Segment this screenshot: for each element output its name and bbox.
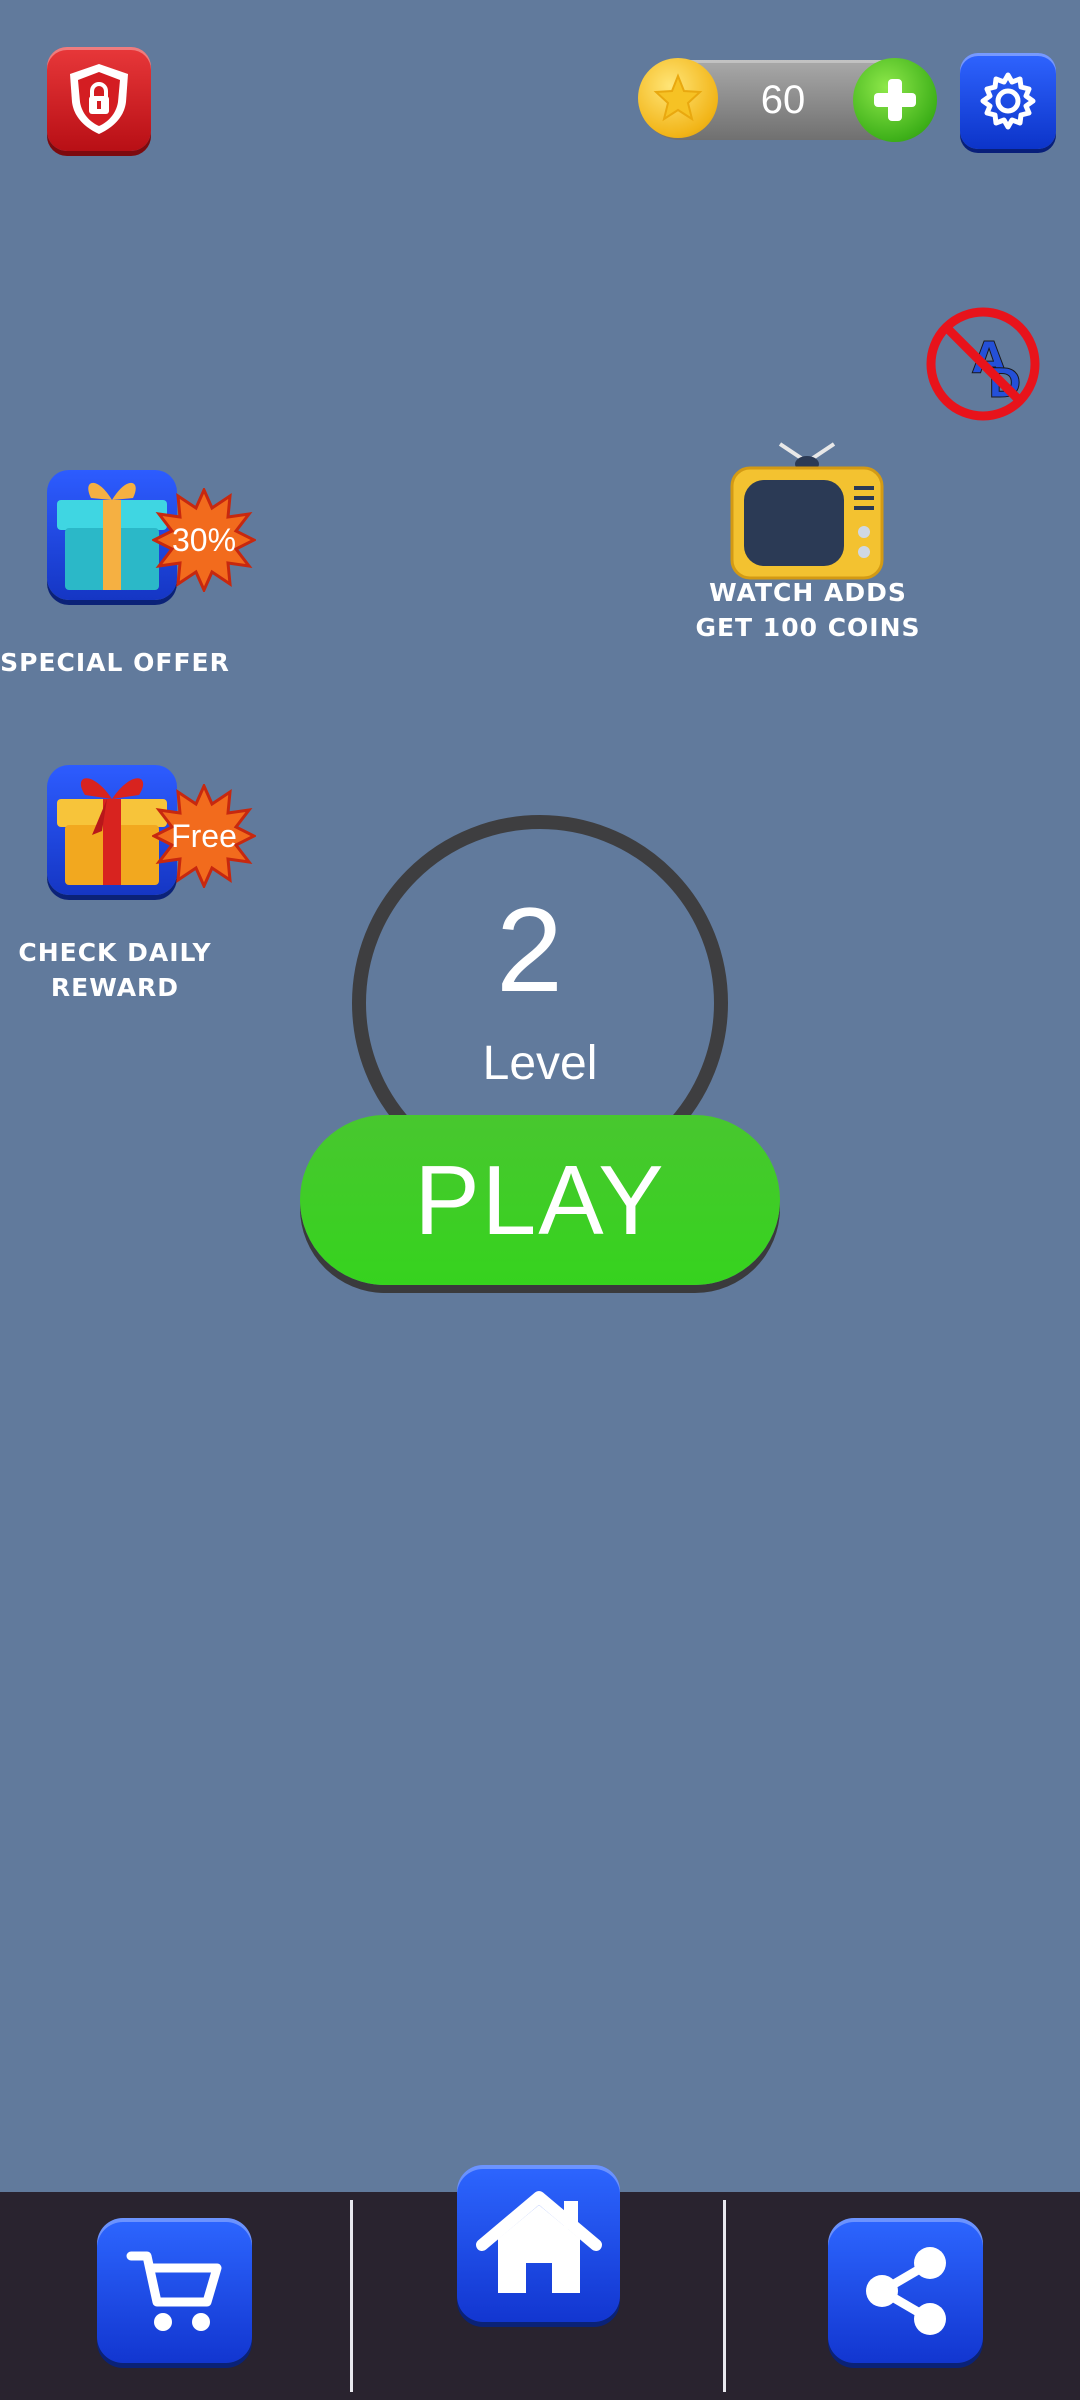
daily-reward-label-line1: CHECK DAILY (18, 938, 212, 967)
watch-ads-label: WATCH ADDS GET 100 COINS (690, 575, 926, 645)
share-button[interactable] (828, 2218, 983, 2363)
play-button[interactable]: PLAY (300, 1115, 780, 1285)
cart-icon (126, 2251, 221, 2331)
tv-icon (730, 442, 884, 580)
watch-ads-label-line2: GET 100 COINS (695, 613, 921, 642)
plus-icon (874, 79, 916, 121)
no-ads-icon: A D (926, 307, 1040, 421)
level-number: 2 (496, 883, 563, 1017)
add-coins-button[interactable] (853, 58, 937, 142)
shop-button[interactable] (97, 2218, 252, 2363)
star-coin-icon (638, 58, 718, 138)
home-button[interactable] (457, 2165, 620, 2322)
privacy-button[interactable] (47, 47, 151, 151)
watch-ads-label-line1: WATCH ADDS (709, 578, 907, 607)
shield-lock-icon (70, 64, 128, 134)
daily-reward-label-line2: REWARD (50, 973, 180, 1002)
home-icon (475, 2190, 602, 2293)
special-offer-label: SPECIAL OFFER (0, 648, 230, 677)
daily-reward-label: CHECK DAILY REWARD (0, 935, 230, 1005)
no-ads-button[interactable]: A D (924, 305, 1042, 423)
nav-divider (350, 2200, 353, 2392)
special-offer-badge: 30% (150, 486, 258, 594)
nav-divider (723, 2200, 726, 2392)
coin-count: 60 (760, 78, 806, 122)
watch-ads-button[interactable] (722, 440, 892, 585)
daily-reward-badge: Free (150, 782, 258, 890)
share-icon (865, 2246, 946, 2335)
level-label: Level (482, 1037, 598, 1090)
settings-button[interactable] (960, 53, 1056, 149)
gear-icon (980, 72, 1036, 130)
